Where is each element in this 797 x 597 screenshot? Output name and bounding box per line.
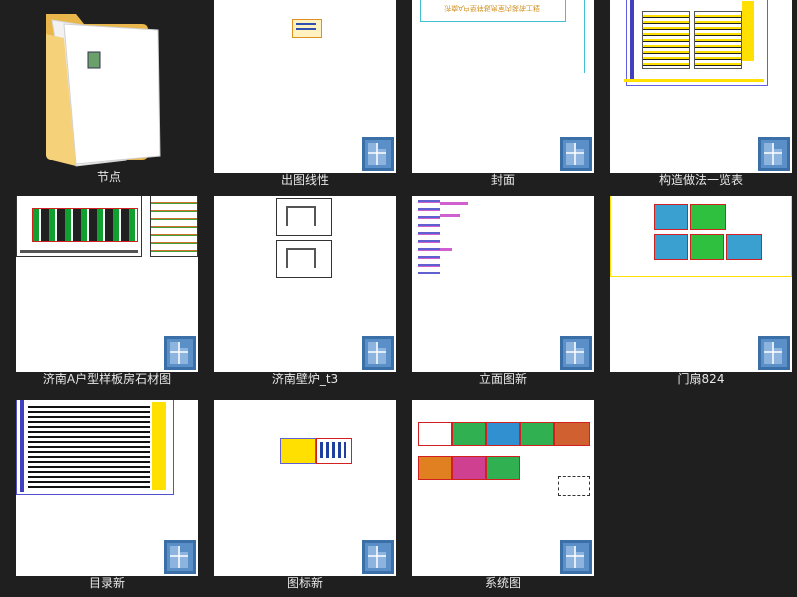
file-label: 门扇824 [677, 372, 725, 386]
sheet-preview [320, 442, 346, 458]
drawing-thumbnail: 济南A户型样板房室内装饰工程 [412, 0, 594, 173]
drawing-thumbnail [214, 400, 396, 576]
autocad-dwg-icon [758, 137, 790, 171]
autocad-dwg-icon [164, 336, 196, 370]
drawing-thumbnail [214, 0, 396, 173]
drawing-thumbnail [610, 196, 792, 372]
file-item-dwg[interactable]: 立面图新 [412, 196, 594, 392]
sheet-preview [152, 402, 166, 490]
file-item-dwg[interactable]: 构造做法一览表 [610, 0, 792, 193]
sheet-preview [520, 422, 554, 446]
drawing-thumbnail [412, 196, 594, 372]
drawing-thumbnail [16, 400, 198, 576]
sheet-preview [486, 422, 520, 446]
cover-title-text: 济南A户型样板房室内装饰工程 [444, 4, 540, 12]
sheet-preview [624, 79, 764, 82]
sheet-preview [694, 11, 742, 69]
autocad-dwg-icon [758, 336, 790, 370]
sheet-preview [296, 28, 316, 30]
sheet-preview [286, 248, 316, 268]
file-item-dwg[interactable]: 济南壁炉_t3 [214, 196, 396, 392]
sheet-preview [726, 234, 762, 260]
file-label: 节点 [96, 170, 121, 184]
file-label: 构造做法一览表 [658, 173, 743, 187]
sheet-preview [440, 248, 452, 251]
sheet-preview [286, 206, 316, 226]
drawing-thumbnail [214, 196, 396, 372]
sheet-preview [20, 250, 138, 253]
file-label: 济南壁炉_t3 [271, 372, 339, 386]
sheet-preview [654, 204, 688, 230]
file-label: 封面 [490, 173, 515, 187]
autocad-dwg-icon [164, 540, 196, 574]
sheet-preview [558, 476, 590, 496]
autocad-dwg-icon [362, 137, 394, 171]
drawing-thumbnail [412, 400, 594, 576]
file-label: 出图线性 [280, 173, 329, 187]
sheet-preview [440, 202, 468, 205]
file-label: 系统图 [484, 576, 521, 590]
file-item-dwg[interactable]: 系统图 [412, 400, 594, 596]
file-item-dwg[interactable]: 出图线性 [214, 0, 396, 193]
sheet-preview [690, 204, 726, 230]
sheet-preview [554, 422, 590, 446]
sheet-preview [296, 23, 316, 25]
file-item-dwg[interactable]: 济南A户型样板房石材图 [16, 196, 198, 392]
sheet-preview [742, 1, 754, 61]
autocad-dwg-icon [560, 540, 592, 574]
folder-icon [18, 0, 200, 170]
sheet-preview [28, 404, 150, 488]
sheet-preview [630, 0, 634, 81]
sheet-preview [418, 198, 440, 274]
sheet-preview [486, 456, 520, 480]
sheet-preview [642, 11, 690, 69]
file-label: 立面图新 [478, 372, 527, 386]
file-label: 图标新 [286, 576, 323, 590]
sheet-preview [452, 422, 486, 446]
drawing-thumbnail [16, 196, 198, 372]
sheet-preview [418, 456, 452, 480]
file-item-dwg[interactable]: 目录新 [16, 400, 198, 596]
sheet-preview [690, 234, 724, 260]
sheet-preview [418, 422, 452, 446]
drawing-thumbnail [610, 0, 792, 173]
file-item-dwg[interactable]: 济南A户型样板房室内装饰工程 封面 [412, 0, 594, 193]
sheet-preview [280, 438, 316, 464]
autocad-dwg-icon [560, 336, 592, 370]
sheet-preview [440, 214, 460, 217]
file-item-dwg[interactable]: 门扇824 [610, 196, 792, 392]
file-item-folder[interactable]: 节点 [18, 0, 200, 190]
file-label: 济南A户型样板房石材图 [42, 372, 172, 386]
sheet-preview [150, 196, 198, 257]
sheet-preview [584, 0, 585, 73]
autocad-dwg-icon [560, 137, 592, 171]
sheet-preview [32, 208, 138, 242]
sheet-preview [654, 234, 688, 260]
autocad-dwg-icon [362, 336, 394, 370]
autocad-dwg-icon [362, 540, 394, 574]
sheet-preview [452, 456, 486, 480]
sheet-preview [20, 400, 24, 492]
file-item-dwg[interactable]: 图标新 [214, 400, 396, 596]
file-label: 目录新 [88, 576, 125, 590]
